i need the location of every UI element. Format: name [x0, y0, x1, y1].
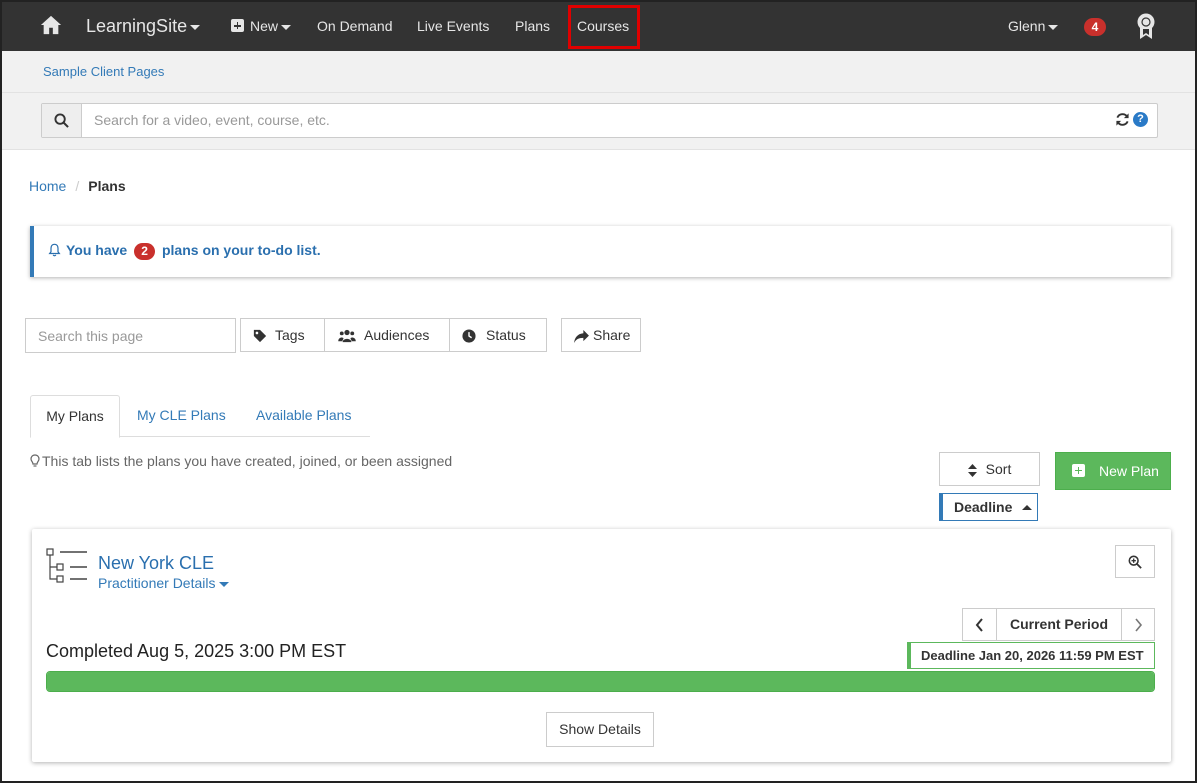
alert-suffix: plans on your to-do list.	[161, 242, 321, 258]
refresh-icon[interactable]	[1115, 112, 1130, 127]
plan-subtitle: Practitioner Details	[98, 575, 216, 591]
audiences-label: Audiences	[364, 327, 430, 343]
show-details-button[interactable]: Show Details	[546, 712, 654, 747]
zoom-in-icon	[1128, 555, 1142, 569]
user-menu[interactable]: Glenn	[1008, 2, 1059, 51]
app-window: LearningSite New On Demand Live Events P…	[0, 0, 1197, 783]
page-search-input[interactable]: Search this page	[25, 318, 236, 353]
nav-live-events[interactable]: Live Events	[417, 2, 489, 51]
alert-prefix: You have	[66, 242, 128, 258]
chevron-down-icon	[1048, 24, 1059, 30]
chevron-left-icon	[975, 618, 983, 632]
progress-bar-fill	[47, 672, 1154, 691]
new-plan-button[interactable]: New Plan	[1055, 452, 1171, 490]
new-plan-label: New Plan	[1099, 463, 1159, 479]
plan-card: New York CLE Practitioner Details Curren…	[32, 529, 1171, 762]
tag-icon	[253, 330, 267, 343]
brand-label: LearningSite	[86, 16, 188, 36]
home-icon[interactable]	[40, 14, 62, 36]
sub-navbar: Sample Client Pages	[2, 51, 1195, 93]
deadline-badge: Deadline Jan 20, 2026 11:59 PM EST	[907, 642, 1155, 669]
award-ribbon-icon[interactable]	[1136, 12, 1156, 40]
bell-icon	[48, 243, 61, 257]
users-icon	[338, 330, 356, 343]
tab-hint-text: This tab lists the plans you have create…	[42, 453, 453, 469]
new-menu[interactable]: New	[231, 2, 292, 51]
todo-count-badge: 2	[134, 243, 156, 260]
clock-icon	[462, 329, 476, 343]
deadline-sort-toggle[interactable]: Deadline	[939, 493, 1038, 521]
practitioner-details-dropdown[interactable]: Practitioner Details	[98, 575, 229, 591]
status-label: Status	[486, 327, 526, 343]
new-menu-label: New	[250, 18, 279, 34]
completion-status: Completed Aug 5, 2025 3:00 PM EST	[46, 641, 347, 661]
sort-field-label: Deadline	[954, 499, 1013, 515]
tags-label: Tags	[275, 327, 305, 343]
breadcrumb-separator: /	[75, 178, 80, 194]
breadcrumb-home[interactable]: Home	[29, 178, 66, 194]
period-selector: Current Period	[962, 608, 1155, 641]
todo-alert: You have 2 plans on your to-do list.	[30, 226, 1171, 277]
plan-tree-icon	[46, 548, 87, 583]
plus-square-icon	[231, 19, 244, 32]
zoom-in-button[interactable]	[1115, 545, 1155, 578]
sort-label: Sort	[985, 461, 1012, 477]
plan-title-link[interactable]: New York CLE	[98, 553, 214, 574]
sample-client-pages-link[interactable]: Sample Client Pages	[43, 64, 164, 79]
chevron-right-icon	[1135, 618, 1143, 632]
progress-bar	[46, 671, 1155, 692]
nav-plans[interactable]: Plans	[515, 2, 550, 51]
page-search-placeholder: Search this page	[38, 328, 144, 344]
tab-my-plans[interactable]: My Plans	[30, 395, 120, 438]
tags-filter-button[interactable]: Tags	[240, 318, 325, 352]
search-button[interactable]	[42, 104, 82, 137]
share-button[interactable]: Share	[561, 318, 641, 352]
breadcrumb: Home / Plans	[29, 178, 126, 194]
tab-available-plans[interactable]: Available Plans	[256, 395, 351, 437]
plus-square-icon	[1072, 464, 1085, 477]
chevron-down-icon	[281, 24, 292, 30]
sort-icon	[967, 463, 977, 477]
chevron-down-icon	[218, 581, 229, 587]
user-name: Glenn	[1008, 18, 1046, 34]
chevron-down-icon	[190, 24, 201, 30]
search-bar: Search for a video, event, course, etc. …	[2, 93, 1195, 150]
lightbulb-icon	[30, 454, 40, 467]
todo-alert-link[interactable]: You have 2 plans on your to-do list.	[66, 242, 321, 260]
next-period-button[interactable]	[1121, 609, 1154, 640]
current-period-label: Current Period	[1009, 616, 1108, 632]
tab-my-cle-plans[interactable]: My CLE Plans	[137, 395, 226, 437]
search-icon	[54, 113, 69, 128]
status-filter-button[interactable]: Status	[449, 318, 547, 352]
top-navbar: LearningSite New On Demand Live Events P…	[2, 2, 1195, 51]
audiences-filter-button[interactable]: Audiences	[324, 318, 450, 352]
brand-menu[interactable]: LearningSite	[86, 2, 201, 51]
tab-hint: This tab lists the plans you have create…	[30, 453, 452, 469]
plan-tabs: My Plans My CLE Plans Available Plans	[30, 395, 370, 438]
notification-badge[interactable]: 4	[1084, 18, 1106, 36]
search-box: Search for a video, event, course, etc. …	[41, 103, 1158, 138]
nav-on-demand[interactable]: On Demand	[317, 2, 392, 51]
breadcrumb-current: Plans	[88, 178, 126, 194]
search-input[interactable]: Search for a video, event, course, etc.	[94, 112, 330, 128]
sort-button[interactable]: Sort	[939, 452, 1040, 486]
previous-period-button[interactable]	[963, 609, 997, 640]
highlight-box	[568, 5, 640, 49]
share-icon	[574, 329, 589, 343]
caret-up-icon	[1022, 505, 1033, 510]
share-label: Share	[593, 327, 631, 343]
help-icon[interactable]: ?	[1133, 112, 1148, 127]
